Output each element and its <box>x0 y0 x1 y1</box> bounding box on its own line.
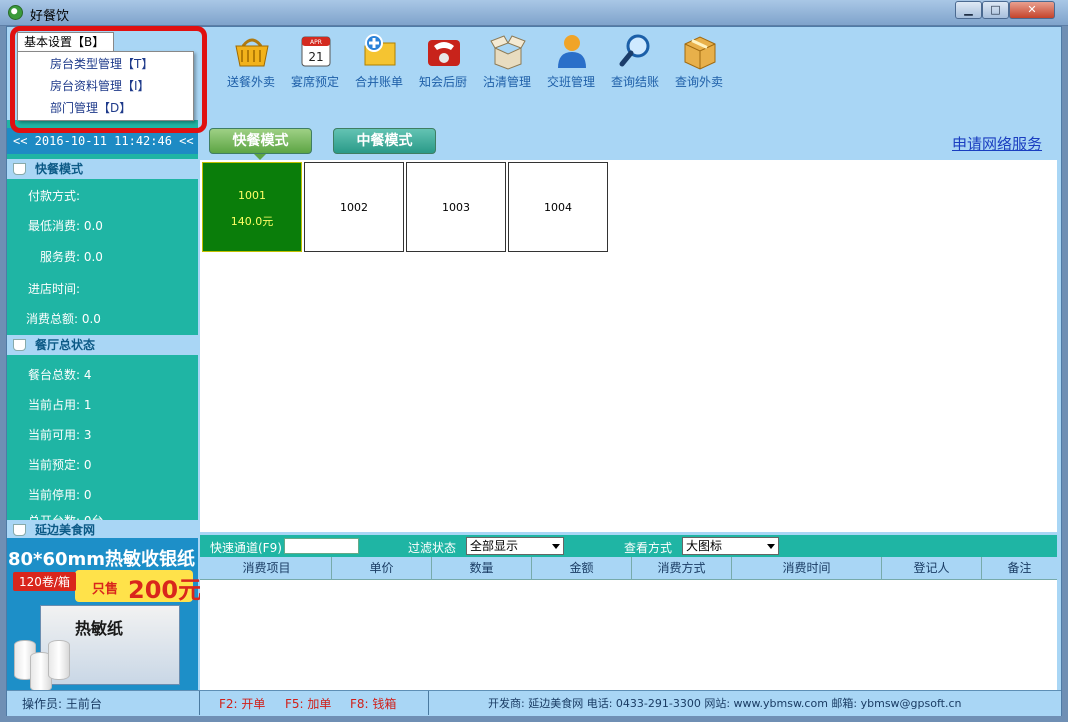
table-tile-1001[interactable]: 1001 140.0元 <box>202 162 302 252</box>
column-header-method[interactable]: 消费方式 <box>632 557 732 580</box>
magnifier-icon <box>619 34 650 67</box>
table-number: 1002 <box>340 201 368 214</box>
calendar-icon: APR 21 <box>301 36 331 67</box>
view-mode-value: 大图标 <box>686 539 723 553</box>
column-header-item[interactable]: 消费项目 <box>202 557 332 580</box>
column-header-price[interactable]: 单价 <box>332 557 432 580</box>
ad-tag: 120卷/箱 <box>13 572 76 591</box>
folder-plus-icon <box>364 34 396 66</box>
quick-channel-label: 快速通道(F9) <box>210 541 282 555</box>
shortcut-f8: F8: 钱箱 <box>350 697 397 711</box>
chevron-down-icon <box>552 544 560 549</box>
toolbar-query-takeout-button[interactable]: 查询外卖 <box>668 30 730 94</box>
toolbar-label: 查询外卖 <box>674 75 723 89</box>
mode-bar <box>200 122 1060 162</box>
column-header-note[interactable]: 备注 <box>982 557 1057 580</box>
chevron-down-icon <box>767 544 775 549</box>
view-mode-select[interactable]: 大图标 <box>682 537 779 555</box>
toolbar-soldout-button[interactable]: 沽清管理 <box>476 30 538 94</box>
toolbar-label: 沽清管理 <box>482 75 531 89</box>
min-spend: 最低消费: 0.0 <box>28 219 103 233</box>
ad-price-label: 只售 <box>92 582 119 597</box>
toolbar-label: 合并账单 <box>354 75 403 89</box>
column-header-amount[interactable]: 金额 <box>532 557 632 580</box>
toolbar-banquet-button[interactable]: APR 21 宴席预定 <box>284 30 346 94</box>
close-button[interactable]: ✕ <box>1009 1 1055 19</box>
view-mode-label: 查看方式 <box>624 541 673 555</box>
maximize-button[interactable]: □ <box>982 1 1009 19</box>
shortcut-f5: F5: 加单 <box>285 697 332 711</box>
ad-price: 200元 <box>128 576 203 604</box>
calendar-day: 21 <box>308 50 323 64</box>
phone-icon <box>428 40 460 66</box>
occupied-tables: 当前占用: 1 <box>28 398 92 412</box>
cup-icon <box>13 339 26 351</box>
payment-method: 付款方式: <box>28 189 81 203</box>
toolbar-query-checkout-button[interactable]: 查询结账 <box>604 30 666 94</box>
table-number: 1003 <box>442 201 470 214</box>
toolbar-label: 查询结账 <box>610 75 659 89</box>
entry-time: 进店时间: <box>28 282 81 296</box>
table-tile-1004[interactable]: 1004 <box>508 162 608 252</box>
disabled-tables: 当前停用: 0 <box>28 488 92 502</box>
filter-status-select[interactable]: 全部显示 <box>466 537 564 555</box>
section-header-ad: 延边美食网 <box>7 520 198 540</box>
open-box-icon <box>490 35 526 70</box>
cup-icon <box>13 524 26 536</box>
reserved-tables: 当前预定: 0 <box>28 458 92 472</box>
tab-chinese-mode[interactable]: 中餐模式 <box>333 128 436 154</box>
orders-grid-body[interactable] <box>200 580 1057 690</box>
table-tile-1002[interactable]: 1002 <box>304 162 404 252</box>
table-number: 1004 <box>544 201 572 214</box>
table-tile-1003[interactable]: 1003 <box>406 162 506 252</box>
user-icon <box>558 35 586 68</box>
status-divider <box>199 691 200 715</box>
service-fee: 服务费: 0.0 <box>40 250 103 264</box>
package-icon <box>684 36 716 70</box>
ad-title: 80*60mm热敏收银纸 <box>8 549 196 570</box>
filter-status-label: 过滤状态 <box>408 541 457 555</box>
column-header-qty[interactable]: 数量 <box>432 557 532 580</box>
column-header-time[interactable]: 消费时间 <box>732 557 882 580</box>
developer-info: 开发商: 延边美食网 电话: 0433-291-3300 网站: www.ybm… <box>488 697 962 710</box>
toolbar-notify-kitchen-button[interactable]: 知会后厨 <box>412 30 474 94</box>
toolbar-label: 知会后厨 <box>418 75 467 89</box>
shortcut-f2: F2: 开单 <box>219 697 266 711</box>
app-logo-icon <box>8 5 23 20</box>
tab-fast-mode[interactable]: 快餐模式 <box>209 128 312 154</box>
quick-channel-input[interactable] <box>284 538 359 554</box>
title-bar <box>0 0 1068 26</box>
total-spend: 消费总额: 0.0 <box>26 312 101 326</box>
table-number: 1001 <box>238 189 266 202</box>
minimize-button[interactable]: ▁ <box>955 1 982 19</box>
available-tables: 当前可用: 3 <box>28 428 92 442</box>
window-title: 好餐饮 <box>30 9 70 24</box>
section-header-fast-mode: 快餐模式 <box>7 159 198 179</box>
ad-product-text: 热敏纸 <box>75 619 124 638</box>
toolbar-label: 宴席预定 <box>290 75 339 89</box>
highlight-annotation <box>10 26 207 133</box>
cup-icon <box>13 163 26 175</box>
operator-info: 操作员: 王前台 <box>22 697 102 711</box>
apply-network-service-link[interactable]: 申请网络服务 <box>952 133 1042 154</box>
toolbar-label: 送餐外卖 <box>226 75 275 89</box>
section-header-restaurant-status: 餐厅总状态 <box>7 335 198 355</box>
table-amount: 140.0元 <box>230 215 274 228</box>
filter-status-value: 全部显示 <box>470 539 519 553</box>
toolbar-shift-button[interactable]: 交班管理 <box>540 30 602 94</box>
total-tables: 餐台总数: 4 <box>28 368 92 382</box>
toolbar-label: 交班管理 <box>546 75 595 89</box>
toolbar-takeout-button[interactable]: 送餐外卖 <box>220 30 282 94</box>
status-divider <box>428 691 429 715</box>
toolbar-merge-bill-button[interactable]: 合并账单 <box>348 30 410 94</box>
paper-roll-icon <box>48 640 70 680</box>
basket-icon <box>235 38 269 67</box>
open-tables: 总开台数: 0台 <box>28 512 104 520</box>
column-header-registrar[interactable]: 登记人 <box>882 557 982 580</box>
calendar-month: APR <box>310 39 322 46</box>
